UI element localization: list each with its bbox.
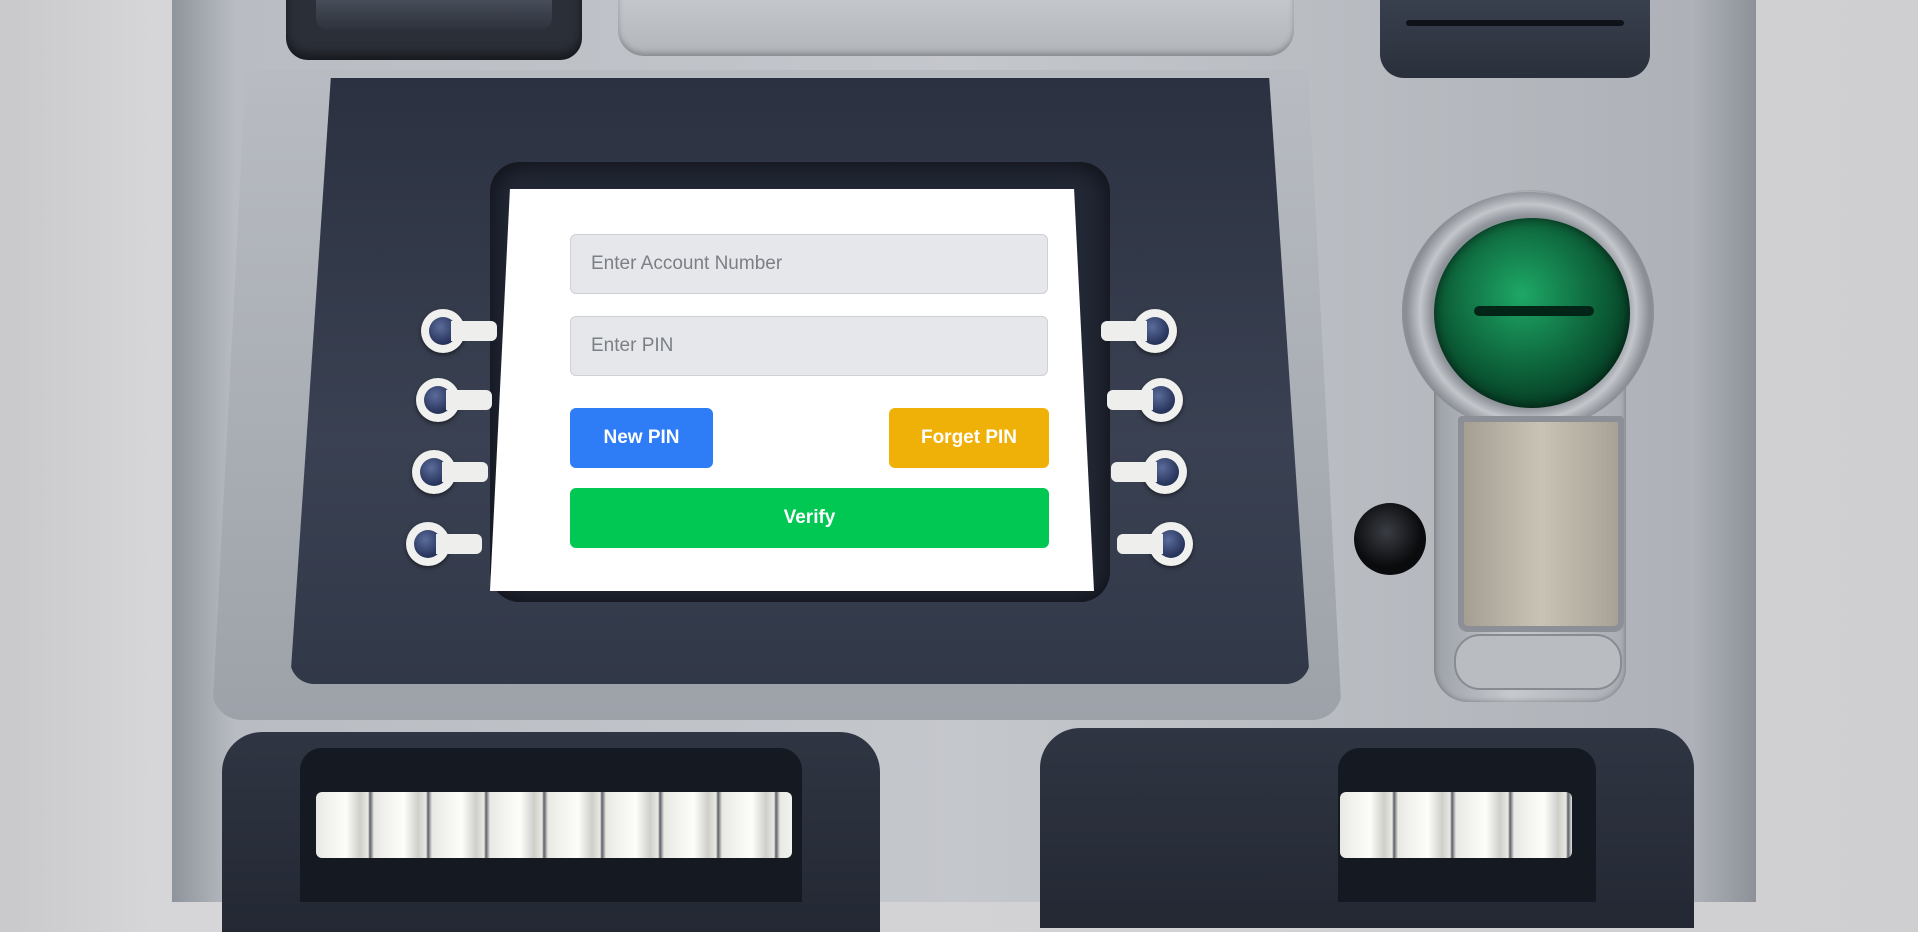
forget-pin-button[interactable]: Forget PIN: [889, 408, 1049, 468]
account-number-input[interactable]: [570, 234, 1048, 294]
deposit-window: [1458, 416, 1624, 632]
side-key-left-1[interactable]: [421, 309, 497, 353]
side-key-right-2[interactable]: [1107, 378, 1183, 422]
deposit-slot[interactable]: [1454, 634, 1622, 690]
banknotes-left[interactable]: [316, 792, 792, 858]
side-key-left-3[interactable]: [412, 450, 488, 494]
camera-lens: [1354, 503, 1426, 575]
top-housing: [286, 0, 582, 60]
verify-button[interactable]: Verify: [570, 488, 1049, 548]
banknotes-right[interactable]: [1340, 792, 1572, 858]
side-key-left-2[interactable]: [416, 378, 492, 422]
side-key-right-4[interactable]: [1117, 522, 1193, 566]
top-panel: [618, 0, 1294, 56]
side-key-right-1[interactable]: [1101, 309, 1177, 353]
card-slot[interactable]: [1434, 218, 1630, 408]
side-key-right-3[interactable]: [1111, 450, 1187, 494]
receipt-slot: [1380, 0, 1650, 78]
side-key-left-4[interactable]: [406, 522, 482, 566]
new-pin-button[interactable]: New PIN: [570, 408, 713, 468]
pin-input[interactable]: [570, 316, 1048, 376]
